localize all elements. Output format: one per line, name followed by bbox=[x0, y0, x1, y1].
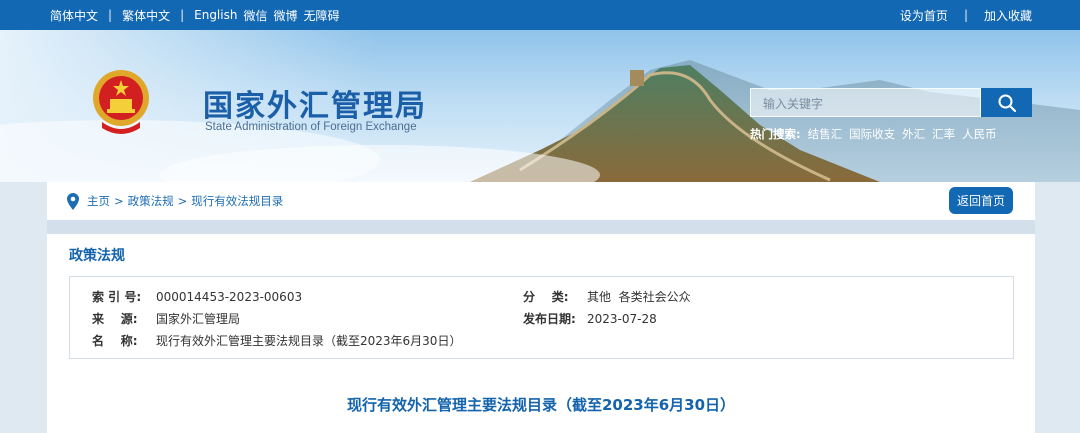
name-label: 名 称: bbox=[92, 334, 138, 348]
separator: | bbox=[963, 8, 968, 22]
hot-term[interactable]: 汇率 bbox=[932, 126, 955, 142]
index-value: 000014453-2023-00603 bbox=[156, 290, 303, 304]
source-value: 国家外汇管理局 bbox=[156, 312, 241, 326]
source-label: 来 源: bbox=[92, 312, 138, 326]
top-bar: 简体中文 | 繁体中文 | English 微信 微博 无障碍 设为首页 | 加… bbox=[0, 0, 1080, 30]
info-index-row: 索 引 号: 000014453-2023-00603 bbox=[92, 288, 302, 306]
link-add-favorite[interactable]: 加入收藏 bbox=[984, 7, 1032, 24]
link-wechat[interactable]: 微信 bbox=[243, 7, 267, 24]
breadcrumb-home[interactable]: 主页 bbox=[87, 193, 110, 209]
hot-term[interactable]: 人民币 bbox=[962, 126, 997, 142]
info-date-row: 发布日期: 2023-07-28 bbox=[523, 310, 657, 328]
separator: | bbox=[180, 8, 185, 22]
back-home-button[interactable]: 返回首页 bbox=[948, 187, 1013, 214]
language-links: 简体中文 | 繁体中文 | English 微信 微博 无障碍 bbox=[50, 0, 340, 30]
hot-term[interactable]: 外汇 bbox=[902, 126, 925, 142]
map-pin-icon bbox=[67, 192, 79, 210]
hot-search-label: 热门搜索: bbox=[750, 127, 801, 141]
search-input[interactable]: 输入关键字 bbox=[750, 88, 981, 117]
breadcrumb-policy[interactable]: 政策法规 bbox=[128, 193, 174, 209]
separator: | bbox=[108, 8, 113, 22]
link-simplified-chinese[interactable]: 简体中文 bbox=[50, 7, 98, 24]
breadcrumb-separator: > bbox=[114, 194, 124, 208]
link-set-homepage[interactable]: 设为首页 bbox=[900, 7, 948, 24]
link-english[interactable]: English bbox=[194, 8, 237, 22]
document-info-box: 索 引 号: 000014453-2023-00603 来 源: 国家外汇管理局… bbox=[69, 276, 1014, 359]
name-value: 现行有效外汇管理主要法规目录（截至2023年6月30日） bbox=[156, 334, 462, 348]
info-source-row: 来 源: 国家外汇管理局 bbox=[92, 310, 240, 328]
breadcrumb-separator: > bbox=[177, 194, 188, 208]
breadcrumb-current[interactable]: 现行有效法规目录 bbox=[191, 193, 283, 209]
info-category-row: 分 类: 其他 各类社会公众 bbox=[523, 288, 691, 306]
header-banner: 国家外汇管理局 State Administration of Foreign … bbox=[0, 30, 1080, 182]
date-label: 发布日期: bbox=[523, 312, 576, 326]
info-name-row: 名 称: 现行有效外汇管理主要法规目录（截至2023年6月30日） bbox=[92, 332, 461, 350]
link-traditional-chinese[interactable]: 繁体中文 bbox=[122, 7, 170, 24]
breadcrumb: 主页 > 政策法规 > 现行有效法规目录 返回首页 bbox=[47, 182, 1035, 220]
link-accessibility[interactable]: 无障碍 bbox=[304, 7, 340, 24]
site-title-english: State Administration of Foreign Exchange bbox=[205, 121, 417, 133]
hot-term[interactable]: 国际收支 bbox=[849, 126, 895, 142]
hot-searches: 热门搜索: 结售汇 国际收支 外汇 汇率 人民币 bbox=[750, 126, 997, 142]
site-title: 国家外汇管理局 bbox=[203, 89, 427, 124]
link-weibo[interactable]: 微博 bbox=[273, 7, 297, 24]
section-title: 政策法规 bbox=[69, 248, 125, 264]
search-button[interactable] bbox=[981, 88, 1032, 117]
utility-links: 设为首页 | 加入收藏 bbox=[900, 0, 1032, 30]
category-label: 分 类: bbox=[523, 290, 569, 304]
content-panel: 政策法规 索 引 号: 000014453-2023-00603 来 源: 国家… bbox=[47, 234, 1035, 433]
date-value: 2023-07-28 bbox=[587, 312, 657, 326]
category-value: 其他 各类社会公众 bbox=[587, 290, 691, 304]
hot-term[interactable]: 结售汇 bbox=[808, 126, 843, 142]
search-area: 输入关键字 bbox=[750, 88, 1032, 117]
search-icon bbox=[998, 94, 1016, 112]
national-emblem bbox=[93, 70, 149, 134]
index-label: 索 引 号: bbox=[92, 290, 142, 304]
divider-band bbox=[47, 220, 1035, 234]
document-title: 现行有效外汇管理主要法规目录（截至2023年6月30日） bbox=[346, 396, 736, 414]
